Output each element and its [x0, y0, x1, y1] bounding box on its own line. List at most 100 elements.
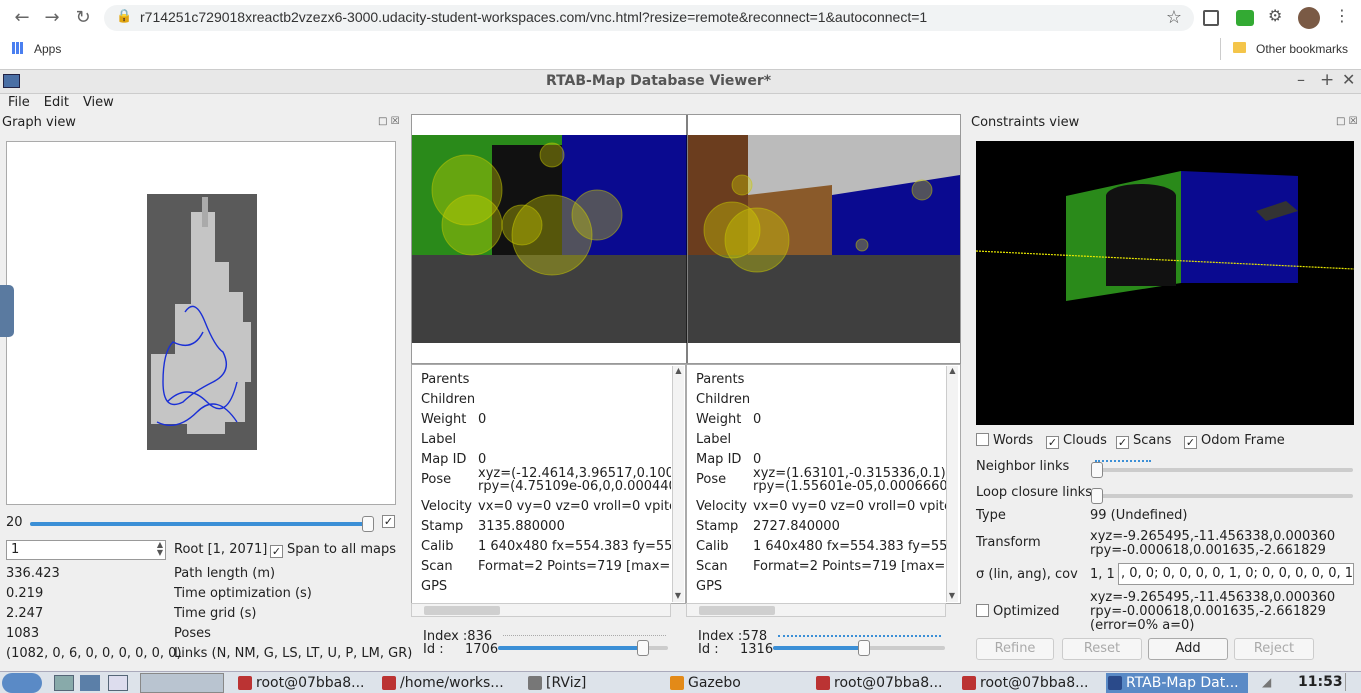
task-rtabmap[interactable]: RTAB-Map Dat... — [1106, 673, 1248, 693]
optimized-checkbox[interactable]: Optimized — [976, 604, 1060, 619]
close-icon[interactable]: ✕ — [1342, 70, 1355, 89]
info-key: Label — [696, 432, 732, 447]
node-a-hscroll[interactable] — [411, 603, 671, 617]
start-icon[interactable] — [2, 673, 42, 693]
node-b-slider[interactable] — [773, 640, 945, 656]
files-icon[interactable] — [54, 675, 74, 691]
info-key: Map ID — [421, 452, 467, 467]
slider-fill — [773, 646, 864, 650]
task-terminal-2[interactable]: root@07bba8... — [814, 673, 952, 693]
task-rviz[interactable]: [RViz] — [526, 673, 660, 693]
loop-closure-slider[interactable] — [1095, 494, 1353, 498]
workspace-switcher[interactable] — [140, 673, 224, 693]
stat-value: 0.219 — [6, 586, 44, 601]
graph-dock-buttons[interactable]: □ ☒ — [378, 116, 400, 127]
menu-edit[interactable]: Edit — [44, 95, 69, 110]
loop-slider-handle[interactable] — [1091, 488, 1103, 504]
slider-handle[interactable] — [637, 640, 649, 656]
spin-arrows-icon[interactable]: ▲ ▼ — [157, 541, 163, 557]
url-text: r714251c729018xreactb2vzezx6-3000.udacit… — [140, 9, 928, 25]
graph-canvas[interactable] — [6, 141, 396, 505]
checkbox-box[interactable]: ✓ — [1184, 436, 1197, 449]
checkbox-odom-frame[interactable]: ✓ Odom Frame — [1184, 433, 1285, 449]
info-key: Children — [421, 392, 476, 407]
checkbox-label: Odom Frame — [1201, 433, 1285, 448]
info-key: Calib — [696, 539, 729, 554]
star-icon[interactable]: ☆ — [1162, 6, 1186, 30]
node-a-table: Parents Children Weight 0 Label Map ID 0 Pose rp… — [421, 372, 671, 604]
volume-icon[interactable]: ◢ — [1262, 675, 1271, 689]
address-bar[interactable]: 🔒 r714251c729018xreactb2vzezx6-3000.udac… — [104, 5, 1194, 31]
task-label: [RViz] — [546, 675, 587, 691]
neighbor-links-slider[interactable] — [1095, 468, 1353, 472]
add-button[interactable]: Add — [1148, 638, 1228, 660]
task-label: RTAB-Map Dat... — [1126, 675, 1239, 691]
task-gazebo[interactable]: Gazebo — [668, 673, 804, 693]
menu-icon[interactable]: ⋮ — [1334, 6, 1350, 25]
checkbox-box[interactable] — [976, 433, 989, 446]
menu-file[interactable]: File — [8, 95, 30, 110]
window-titlebar: RTAB-Map Database Viewer* – + ✕ — [0, 70, 1361, 94]
graph-slider-handle[interactable] — [362, 516, 374, 532]
reset-button[interactable]: Reset — [1062, 638, 1142, 660]
minimize-icon[interactable]: – — [1297, 70, 1305, 89]
constraints-3d-view[interactable] — [975, 141, 1355, 425]
node-b-hscroll[interactable] — [686, 603, 946, 617]
show-desktop[interactable] — [1345, 673, 1357, 691]
task-label: Gazebo — [688, 675, 741, 691]
covariance-field[interactable]: , 0, 0; 0, 0, 0, 0, 1, 0; 0, 0, 0, 0, 0,… — [1118, 563, 1354, 585]
node-a-vscroll[interactable]: ▲ ▼ — [672, 366, 684, 602]
node-b-id-value: 1316 — [740, 642, 774, 657]
forward-icon[interactable]: → — [40, 6, 64, 30]
task-terminal-1[interactable]: root@07bba8... — [236, 673, 372, 693]
avatar[interactable] — [1298, 7, 1320, 29]
task-files[interactable]: /home/works... — [380, 673, 518, 693]
clock: 11:53 — [1298, 674, 1343, 690]
node-a-slider[interactable] — [498, 640, 668, 656]
neighbor-links-label: Neighbor links — [976, 459, 1070, 474]
info-value: rpy=(1.55601e-05,0.00066605,- — [753, 479, 946, 494]
hscroll-thumb[interactable] — [424, 606, 500, 615]
apps-link[interactable]: Apps — [34, 42, 61, 56]
optimized-label: Optimized — [993, 604, 1060, 619]
span-all-maps-checkbox[interactable]: ✓ Span to all maps — [270, 542, 396, 558]
slider-handle[interactable] — [858, 640, 870, 656]
refine-button[interactable]: Refine — [976, 638, 1054, 660]
constraints-dock-buttons[interactable]: □ ☒ — [1336, 116, 1358, 127]
stat-label: Path length (m) — [174, 566, 276, 581]
neighbor-slider-handle[interactable] — [1091, 462, 1103, 478]
graph-checkbox[interactable]: ✓ — [382, 515, 395, 528]
info-key: Velocity — [696, 499, 747, 514]
cov-label: σ (lin, ang), cov — [976, 567, 1078, 582]
checkbox-scans[interactable]: ✓ Scans — [1116, 433, 1171, 449]
node-b-vscroll[interactable]: ▲ ▼ — [946, 366, 958, 602]
checkbox-words[interactable]: Words — [976, 433, 1033, 448]
back-icon[interactable]: ← — [10, 6, 34, 30]
hscroll-thumb[interactable] — [699, 606, 775, 615]
info-key: Pose — [696, 472, 727, 487]
terminal-icon[interactable] — [108, 675, 128, 691]
maximize-icon[interactable]: + — [1320, 70, 1334, 90]
task-terminal-3[interactable]: root@07bba8... — [960, 673, 1098, 693]
info-key: Map ID — [696, 452, 742, 467]
node-id-spinbox[interactable]: 1 ▲ ▼ — [6, 540, 166, 560]
camera-images — [412, 115, 961, 363]
info-key: Children — [696, 392, 751, 407]
side-dock-tab[interactable] — [0, 285, 14, 337]
checkbox-box[interactable]: ✓ — [1116, 436, 1129, 449]
checkbox-box[interactable]: ✓ — [1046, 436, 1059, 449]
reject-button[interactable]: Reject — [1234, 638, 1314, 660]
info-value: 1 640x480 fx=554.383 fy=554.3 — [753, 539, 946, 554]
type-label: Type — [976, 508, 1006, 523]
app2-icon[interactable] — [80, 675, 100, 691]
other-bookmarks[interactable]: Other bookmarks — [1256, 42, 1348, 56]
loop-closure-label: Loop closure links — [976, 485, 1092, 500]
puzzle-icon[interactable]: ⚙ — [1268, 6, 1282, 25]
reload-icon[interactable]: ↻ — [71, 6, 95, 30]
menu-view[interactable]: View — [83, 95, 114, 110]
info-value: 1 640x480 fx=554.383 fy=554.3 — [478, 539, 671, 554]
extension-icon[interactable] — [1236, 10, 1254, 26]
qr-icon[interactable] — [1203, 10, 1219, 26]
transform-xyz: xyz=-9.265495,-11.456338,0.000360 — [1090, 529, 1336, 544]
checkbox-clouds[interactable]: ✓ Clouds — [1046, 433, 1107, 449]
